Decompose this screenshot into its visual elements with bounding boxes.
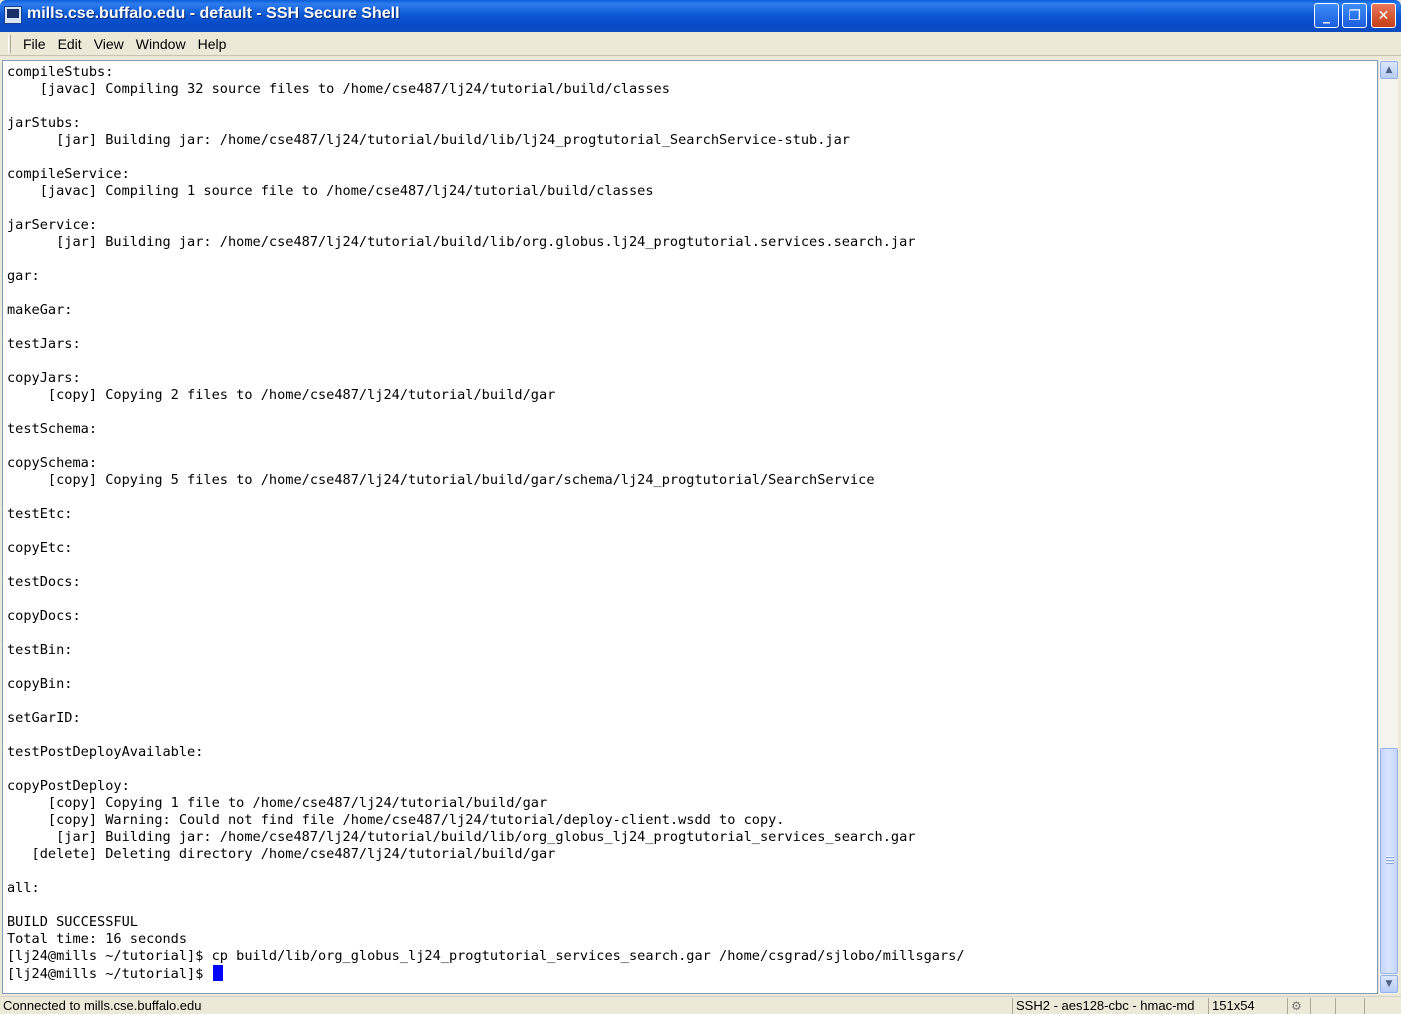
shell-prompt: [lj24@mills ~/tutorial]$	[7, 966, 212, 982]
connection-status: Connected to mills.cse.buffalo.edu	[3, 998, 202, 1013]
terminal-line: [copy] Copying 5 files to /home/cse487/l…	[7, 472, 875, 488]
scroll-grip-icon	[1386, 856, 1394, 865]
terminal-line: BUILD SUCCESSFUL	[7, 914, 138, 930]
ssh-terminal-icon[interactable]	[4, 6, 22, 24]
maximize-button[interactable]: ❐	[1342, 3, 1367, 28]
terminal-line: [javac] Compiling 32 source files to /ho…	[7, 81, 670, 97]
menu-edit[interactable]: Edit	[52, 34, 88, 54]
vertical-scrollbar[interactable]: ▲ ▼	[1378, 60, 1398, 994]
terminal-line: [jar] Building jar: /home/cse487/lj24/tu…	[7, 829, 916, 845]
terminal-line: [copy] Warning: Could not find file /hom…	[7, 812, 785, 828]
terminal-line: copyBin:	[7, 676, 73, 692]
terminal-line: gar:	[7, 268, 40, 284]
menu-window[interactable]: Window	[130, 34, 192, 54]
terminal-line: testPostDeployAvailable:	[7, 744, 204, 760]
terminal-line: copyJars:	[7, 370, 81, 386]
settings-status-cell[interactable]: ⚙	[1287, 998, 1309, 1014]
terminal-size-status: 151x54	[1208, 998, 1286, 1014]
terminal-line: testBin:	[7, 642, 73, 658]
terminal-line: compileStubs:	[7, 64, 114, 80]
terminal-line: [delete] Deleting directory /home/cse487…	[7, 846, 556, 862]
terminal-line: Total time: 16 seconds	[7, 931, 188, 947]
menu-bar: File Edit View Window Help	[0, 32, 1401, 56]
terminal-line: makeGar:	[7, 302, 73, 318]
terminal-line: testDocs:	[7, 574, 81, 590]
terminal-line: copySchema:	[7, 455, 98, 471]
cipher-status: SSH2 - aes128-cbc - hmac-md	[1012, 998, 1207, 1014]
title-bar[interactable]: mills.cse.buffalo.edu - default - SSH Se…	[0, 0, 1401, 32]
terminal-line: jarService:	[7, 217, 98, 233]
scroll-down-button[interactable]: ▼	[1380, 975, 1398, 993]
status-cell-empty	[1364, 998, 1401, 1014]
terminal-line: [copy] Copying 1 file to /home/cse487/lj…	[7, 795, 548, 811]
terminal-prompt-line[interactable]: [lj24@mills ~/tutorial]$	[7, 965, 965, 982]
gear-icon: ⚙	[1291, 999, 1302, 1013]
terminal-view[interactable]: compileStubs: [javac] Compiling 32 sourc…	[2, 60, 1378, 994]
close-button[interactable]: ✕	[1371, 3, 1396, 28]
minimize-button[interactable]: _	[1314, 3, 1339, 28]
status-cell-empty	[1310, 998, 1334, 1014]
terminal-line: setGarID:	[7, 710, 81, 726]
terminal-line: copyDocs:	[7, 608, 81, 624]
window-title: mills.cse.buffalo.edu - default - SSH Se…	[27, 5, 400, 22]
terminal-output: compileStubs: [javac] Compiling 32 sourc…	[7, 64, 965, 982]
terminal-line: all:	[7, 880, 40, 896]
terminal-line: copyEtc:	[7, 540, 73, 556]
menu-help[interactable]: Help	[192, 34, 233, 54]
terminal-line: testJars:	[7, 336, 81, 352]
terminal-line: [copy] Copying 2 files to /home/cse487/l…	[7, 387, 556, 403]
menu-view[interactable]: View	[88, 34, 130, 54]
scroll-up-button[interactable]: ▲	[1380, 61, 1398, 79]
scroll-thumb[interactable]	[1380, 748, 1398, 974]
status-cell-empty	[1335, 998, 1363, 1014]
terminal-line: jarStubs:	[7, 115, 81, 131]
terminal-line: [javac] Compiling 1 source file to /home…	[7, 183, 654, 199]
terminal-line: testEtc:	[7, 506, 73, 522]
terminal-line: [jar] Building jar: /home/cse487/lj24/tu…	[7, 234, 916, 250]
terminal-line: [lj24@mills ~/tutorial]$ cp build/lib/or…	[7, 948, 965, 964]
terminal-line: copyPostDeploy:	[7, 778, 130, 794]
terminal-line: testSchema:	[7, 421, 98, 437]
status-bar: Connected to mills.cse.buffalo.edu SSH2 …	[0, 996, 1401, 1014]
menu-file[interactable]: File	[17, 34, 52, 54]
terminal-line: compileService:	[7, 166, 130, 182]
menu-grip	[8, 34, 11, 53]
terminal-line: [jar] Building jar: /home/cse487/lj24/tu…	[7, 132, 850, 148]
text-cursor	[212, 965, 223, 981]
